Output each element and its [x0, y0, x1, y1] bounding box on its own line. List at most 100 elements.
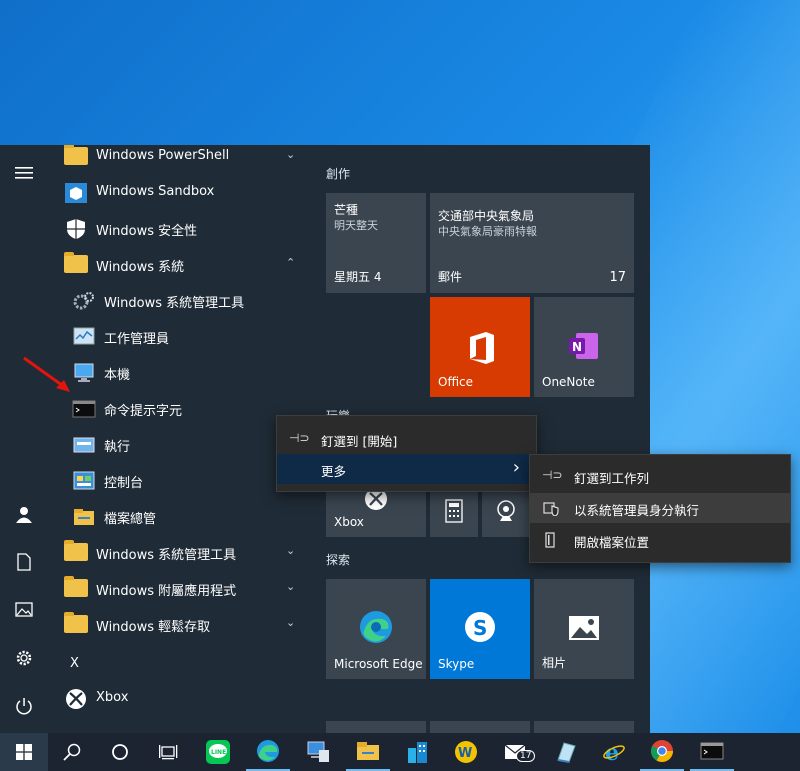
app-this-pc[interactable]: 本機: [48, 355, 310, 391]
app-windows-security[interactable]: Windows 安全性: [48, 211, 310, 247]
pictures-icon[interactable]: [4, 589, 44, 629]
svg-text:N: N: [572, 340, 582, 354]
app-label: Windows Sandbox: [96, 184, 215, 199]
chevron-down-icon[interactable]: ⌄: [286, 148, 295, 161]
app-windows-sandbox[interactable]: Windows Sandbox: [48, 175, 310, 211]
cortana-circle-icon: [112, 744, 128, 760]
admin-shield-icon: [543, 502, 559, 516]
chevron-down-icon[interactable]: ⌄: [286, 544, 295, 557]
network-computer-icon: [307, 741, 329, 762]
xbox-icon: [66, 689, 86, 709]
group-title-create: 創作: [326, 167, 351, 181]
app-windows-system[interactable]: Windows 系統 ⌃: [48, 247, 310, 283]
weather-tile[interactable]: 芒種 明天整天 星期五 4: [326, 193, 426, 293]
edge-tile[interactable]: Microsoft Edge: [326, 579, 426, 679]
calculator-tile[interactable]: [430, 487, 478, 537]
photos-tile[interactable]: 相片: [534, 579, 634, 679]
app-label: 命令提示字元: [104, 404, 183, 419]
terminal-icon: [72, 400, 96, 418]
partial-tile[interactable]: [326, 721, 426, 733]
taskbar-line[interactable]: LINE: [196, 733, 240, 771]
folder-icon: [64, 612, 88, 633]
app-label: 本機: [104, 368, 131, 383]
context-menu: ⊣⊃ 釘選到 [開始] 更多 ›: [276, 415, 537, 492]
task-manager-icon: [73, 327, 95, 345]
section-letter-x[interactable]: X: [48, 647, 310, 683]
taskbar-mail[interactable]: 17: [494, 733, 538, 771]
partial-tile[interactable]: [534, 721, 634, 733]
chevron-down-icon[interactable]: ⌄: [286, 616, 295, 629]
w-app-icon: W: [455, 741, 477, 763]
app-windows-powershell[interactable]: Windows PowerShell ⌄: [48, 145, 310, 175]
pin-icon: ⊣⊃: [289, 431, 310, 445]
menu-item-run-as-admin[interactable]: 以系統管理員身分執行: [530, 493, 790, 523]
search-button[interactable]: [50, 733, 94, 771]
app-windows-admin-tools-folder[interactable]: Windows 系統管理工具 ⌄: [48, 535, 310, 571]
app-windows-accessories[interactable]: Windows 附屬應用程式 ⌄: [48, 571, 310, 607]
folder-icon: [64, 145, 88, 165]
app-label: 檔案總管: [104, 512, 157, 527]
app-windows-ease-of-access[interactable]: Windows 輕鬆存取 ⌄: [48, 607, 310, 643]
menu-item-pin-to-start[interactable]: ⊣⊃ 釘選到 [開始]: [277, 424, 536, 454]
taskbar-edge[interactable]: [246, 733, 290, 771]
document-icon[interactable]: [4, 542, 44, 582]
mail-label: 郵件: [438, 270, 463, 284]
start-button[interactable]: [0, 733, 48, 771]
file-location-icon: [545, 532, 555, 548]
app-run[interactable]: 執行: [48, 427, 310, 463]
partial-tile[interactable]: [430, 721, 530, 733]
folder-icon: [64, 252, 88, 273]
internet-explorer-icon: e: [603, 740, 625, 764]
onenote-tile[interactable]: N OneNote: [534, 297, 634, 397]
photos-icon: [569, 616, 599, 640]
app-label: Xbox: [96, 690, 129, 705]
skype-tile[interactable]: S Skype: [430, 579, 530, 679]
app-control-panel[interactable]: 控制台: [48, 463, 310, 499]
menu-item-open-file-location[interactable]: 開啟檔案位置: [530, 525, 790, 555]
svg-text:S: S: [473, 616, 487, 640]
chevron-down-icon[interactable]: ⌄: [286, 580, 295, 593]
settings-gear-icon[interactable]: [4, 638, 44, 678]
menu-item-label: 釘選到 [開始]: [321, 434, 398, 449]
task-view-button[interactable]: [146, 733, 190, 771]
buildings-icon: [408, 742, 427, 763]
office-icon: [470, 332, 494, 364]
file-explorer-icon: [357, 742, 379, 760]
taskbar-w-app[interactable]: W: [444, 733, 488, 771]
mail-tile[interactable]: 交通部中央氣象局 中央氣象局豪雨特報 郵件 17: [430, 193, 634, 293]
app-windows-admin-tools[interactable]: Windows 系統管理工具: [48, 283, 310, 319]
tile-label: Office: [438, 375, 474, 389]
taskbar-buildings-app[interactable]: [396, 733, 440, 771]
app-command-prompt[interactable]: 命令提示字元: [48, 391, 310, 427]
app-file-explorer[interactable]: 檔案總管: [48, 499, 310, 535]
svg-text:LINE: LINE: [211, 749, 226, 756]
app-label: Windows PowerShell: [96, 148, 230, 163]
app-label: Windows 安全性: [96, 224, 198, 239]
app-label: Windows 輕鬆存取: [96, 620, 211, 635]
pin-icon: ⊣⊃: [542, 468, 563, 482]
app-xbox[interactable]: Xbox: [48, 681, 310, 717]
power-icon[interactable]: [4, 686, 44, 726]
chevron-up-icon[interactable]: ⌃: [286, 256, 295, 269]
windows-logo-icon: [16, 744, 32, 760]
notes-icon: [557, 742, 576, 763]
taskbar-internet-explorer[interactable]: e: [592, 733, 636, 771]
menu-item-more[interactable]: 更多 ›: [277, 454, 536, 484]
taskbar-file-explorer[interactable]: [346, 733, 390, 771]
camera-tile[interactable]: [482, 487, 530, 537]
taskbar-command-prompt[interactable]: [690, 733, 734, 771]
user-icon[interactable]: [4, 495, 44, 535]
cortana-button[interactable]: [98, 733, 142, 771]
hamburger-icon[interactable]: [4, 153, 44, 193]
menu-item-pin-to-taskbar[interactable]: ⊣⊃ 釘選到工作列: [530, 461, 790, 491]
taskbar-chrome[interactable]: [640, 733, 684, 771]
menu-item-label: 以系統管理員身分執行: [574, 503, 700, 518]
shield-icon: [67, 219, 85, 239]
line-app-icon: LINE: [206, 740, 230, 764]
office-tile[interactable]: Office: [430, 297, 530, 397]
app-task-manager[interactable]: 工作管理員: [48, 319, 310, 355]
taskbar-network-app[interactable]: [296, 733, 340, 771]
app-label: Windows 附屬應用程式: [96, 584, 237, 599]
taskbar-notes-app[interactable]: [544, 733, 588, 771]
mail-badge: 17: [516, 750, 536, 762]
